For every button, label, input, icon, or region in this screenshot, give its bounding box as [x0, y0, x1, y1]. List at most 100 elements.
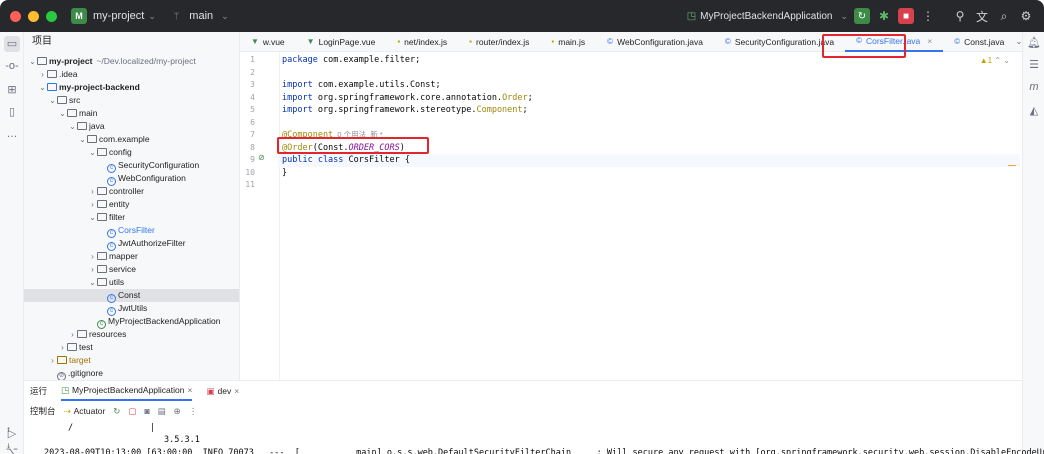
warning-indicator[interactable]: ▲1 ⌃ ⌄: [980, 56, 1010, 65]
tree-item[interactable]: ⌄ my-project-backend: [24, 81, 239, 94]
tree-item[interactable]: ⌄ my-project ~/Dev.localized/my-project: [24, 55, 239, 68]
tab-label: main.js: [558, 36, 586, 47]
editor-tab[interactable]: © WebConfiguration.java: [596, 32, 714, 52]
chevron-down-icon[interactable]: ⌄: [68, 120, 77, 133]
stop-icon[interactable]: ▢: [128, 406, 136, 417]
chevron-down-icon[interactable]: ⌄: [58, 107, 67, 120]
chevron-right-icon[interactable]: ›: [48, 354, 57, 367]
tree-item[interactable]: › test: [24, 341, 239, 354]
search-icon[interactable]: ⌕: [996, 9, 1012, 24]
chevron-right-icon[interactable]: ›: [88, 198, 97, 211]
editor-tab[interactable]: ▪ router/index.js: [458, 32, 540, 52]
tree-item[interactable]: c MyProjectBackendApplication: [24, 315, 239, 329]
arrow-down-icon[interactable]: ↓: [6, 441, 11, 451]
code-line[interactable]: import com.example.utils.Const;: [282, 79, 441, 92]
commit-icon[interactable]: -o-: [4, 58, 20, 74]
run-tab-app[interactable]: ◳ MyProjectBackendApplication ×: [61, 381, 193, 401]
tree-item[interactable]: › entity: [24, 198, 239, 211]
more-icon[interactable]: ⋮: [920, 9, 936, 23]
code-line[interactable]: public class CorsFilter {: [278, 154, 1020, 167]
editor-tab[interactable]: ▪ net/index.js: [386, 32, 458, 52]
tree-item[interactable]: c SecurityConfiguration: [24, 159, 239, 173]
chevron-right-icon[interactable]: ›: [38, 68, 47, 81]
chevron-right-icon[interactable]: ›: [58, 341, 67, 354]
tree-item[interactable]: › resources: [24, 328, 239, 341]
zoom-window-button[interactable]: [46, 10, 57, 22]
maven-icon[interactable]: m: [1027, 80, 1041, 94]
tree-item[interactable]: › service: [24, 263, 239, 276]
tree-item[interactable]: c WebConfiguration: [24, 172, 239, 186]
translate-icon[interactable]: 文: [974, 8, 990, 25]
more-icon[interactable]: ⋮: [1030, 36, 1039, 47]
editor-tab[interactable]: ▼ w.vue: [240, 32, 296, 52]
close-icon[interactable]: ×: [188, 385, 193, 395]
chevron-down-icon[interactable]: ⌄: [48, 94, 57, 107]
tree-item[interactable]: ⌄ utils: [24, 276, 239, 289]
close-window-button[interactable]: [10, 10, 21, 22]
ai-assistant-icon[interactable]: ◭: [1027, 104, 1041, 118]
close-icon[interactable]: ×: [234, 386, 239, 396]
tree-item[interactable]: c Const: [24, 289, 239, 303]
tree-item[interactable]: › target: [24, 354, 239, 367]
code-line[interactable]: package com.example.filter;: [282, 54, 420, 67]
code-line[interactable]: import org.springframework.core.annotati…: [282, 92, 533, 105]
project-name[interactable]: my-project: [93, 10, 144, 22]
console-output[interactable]: ↑ ↓ / | 3.5.3.1 2023-08-09T10:13:00 [63:00:…: [6, 421, 1044, 454]
database-icon[interactable]: ☰: [1027, 58, 1041, 72]
minimize-window-button[interactable]: [28, 10, 39, 22]
zoom-icon[interactable]: ⊕: [174, 406, 181, 417]
tree-item[interactable]: ⌄ filter: [24, 211, 239, 224]
tree-item[interactable]: ⌄ java: [24, 120, 239, 133]
tree-item[interactable]: ⌄ com.example: [24, 133, 239, 146]
chevron-down-icon[interactable]: ⌄: [88, 211, 97, 224]
bookmarks-icon[interactable]: ▯: [4, 104, 20, 120]
arrow-up-icon[interactable]: ↑: [6, 425, 11, 435]
editor-tab[interactable]: ▪ main.js: [540, 32, 596, 52]
settings-gear-icon[interactable]: ⚙: [1018, 9, 1034, 23]
tree-item[interactable]: ⌄ main: [24, 107, 239, 120]
run-tab-dev[interactable]: ▣ dev ×: [206, 386, 239, 397]
tree-item[interactable]: ⊘ .gitignore: [24, 367, 239, 380]
camera-icon[interactable]: ◙: [144, 406, 149, 416]
chevron-right-icon[interactable]: ›: [68, 328, 77, 341]
chevron-down-icon[interactable]: ⌄: [88, 276, 97, 289]
tree-item[interactable]: › controller: [24, 185, 239, 198]
layout-icon[interactable]: ▤: [158, 406, 166, 417]
tree-item[interactable]: ⌄ config: [24, 146, 239, 159]
more-tools-icon[interactable]: …: [4, 126, 20, 142]
tree-item[interactable]: ⌄ src: [24, 94, 239, 107]
rerun-icon[interactable]: ↻: [113, 406, 120, 417]
close-icon[interactable]: ×: [927, 36, 932, 46]
branch-selector[interactable]: ᛘ main ⌄: [170, 10, 229, 22]
chevron-down-icon[interactable]: ⌄: [78, 133, 87, 146]
structure-icon[interactable]: ⊞: [4, 82, 20, 98]
more-icon[interactable]: ⋮: [189, 406, 198, 417]
chevron-right-icon[interactable]: ›: [88, 185, 97, 198]
tree-item[interactable]: c JwtAuthorizeFilter: [24, 237, 239, 251]
code-editor[interactable]: 1 2 3 4 5 6 7 8 9 10 11 package com.example.filter…: [240, 52, 1022, 380]
code-line[interactable]: import org.springframework.stereotype.Co…: [282, 104, 528, 117]
tree-item[interactable]: › .idea: [24, 68, 239, 81]
actuator-tab[interactable]: ⇢ Actuator: [64, 406, 106, 417]
chevron-down-icon[interactable]: ⌄: [88, 146, 97, 159]
code-line[interactable]: }: [282, 167, 287, 180]
debug-icon[interactable]: ✱: [876, 9, 892, 23]
tree-item[interactable]: › mapper: [24, 250, 239, 263]
folder-icon: [37, 57, 47, 65]
editor-tab[interactable]: © Const.java: [943, 32, 1015, 52]
stop-button[interactable]: ■: [898, 8, 914, 24]
user-icon[interactable]: ⚲: [952, 9, 968, 23]
chevron-right-icon[interactable]: ›: [88, 250, 97, 263]
chevron-down-icon[interactable]: ⌄: [1015, 36, 1022, 47]
chevron-down-icon[interactable]: ⌄: [28, 55, 37, 68]
rerun-button[interactable]: ↻: [854, 8, 870, 24]
console-tab[interactable]: 控制台: [30, 405, 56, 417]
tree-item[interactable]: c JwtUtils: [24, 302, 239, 316]
project-folder-icon[interactable]: ▭: [4, 36, 20, 52]
tree-item[interactable]: c CorsFilter: [24, 224, 239, 238]
editor-tab[interactable]: ▼ LoginPage.vue: [296, 32, 387, 52]
chevron-right-icon[interactable]: ›: [88, 263, 97, 276]
spring-bean-icon[interactable]: ⊘: [258, 153, 265, 162]
run-configuration-selector[interactable]: ◳ MyProjectBackendApplication ⌄: [687, 11, 848, 22]
chevron-down-icon[interactable]: ⌄: [38, 81, 47, 94]
